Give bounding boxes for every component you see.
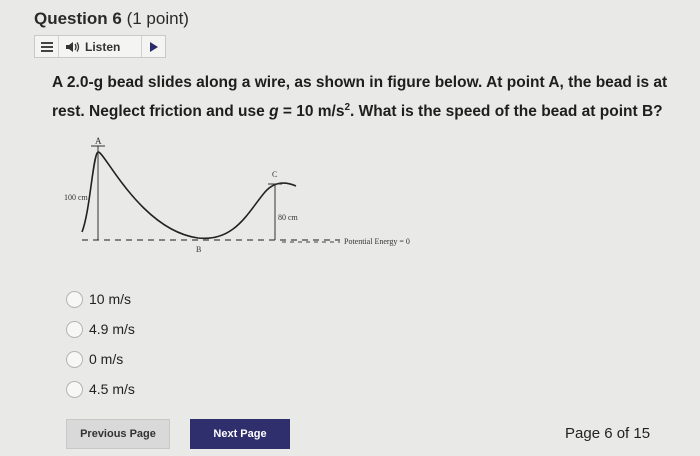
option-label: 0 m/s — [89, 351, 124, 367]
label-b: B — [196, 245, 201, 254]
height-c-label: 80 cm — [278, 213, 299, 222]
page-indicator: Page 6 of 15 — [565, 425, 651, 442]
option-4[interactable]: 4.5 m/s — [66, 374, 135, 404]
menu-icon[interactable] — [35, 36, 59, 57]
answer-options: 10 m/s 4.9 m/s 0 m/s 4.5 m/s — [66, 284, 135, 404]
listen-button[interactable]: Listen — [65, 40, 120, 54]
option-3[interactable]: 0 m/s — [66, 344, 135, 374]
option-label: 4.9 m/s — [89, 321, 135, 337]
option-2[interactable]: 4.9 m/s — [66, 314, 135, 344]
wire-curve — [81, 151, 297, 240]
label-c: C — [272, 170, 277, 179]
question-text-part3: . What is the speed of the bead at point… — [350, 103, 663, 121]
radio-button[interactable] — [66, 380, 83, 398]
listen-label: Listen — [85, 39, 121, 54]
radio-button[interactable] — [66, 290, 83, 308]
option-label: 4.5 m/s — [89, 381, 135, 397]
wire-figure: A B C 100 cm 80 cm Potential Energy = 0 — [64, 136, 410, 254]
label-a: A — [95, 136, 102, 146]
previous-page-button[interactable]: Previous Page — [66, 419, 170, 449]
radio-button[interactable] — [66, 350, 83, 368]
g-symbol: g — [269, 103, 279, 121]
radio-button[interactable] — [66, 320, 83, 338]
question-number: Question 6 — [34, 9, 122, 28]
next-page-button[interactable]: Next Page — [190, 419, 290, 449]
pe-label: Potential Energy = 0 — [344, 237, 410, 246]
option-label: 10 m/s — [89, 291, 132, 307]
question-text: A 2.0-g bead slides along a wire, as sho… — [52, 70, 682, 124]
question-text-part2: = 10 m/s — [278, 103, 345, 121]
play-icon — [149, 41, 158, 52]
question-points: (1 point) — [126, 9, 189, 28]
option-1[interactable]: 10 m/s — [66, 284, 135, 314]
question-title: Question 6 (1 point) — [34, 9, 189, 29]
height-a-label: 100 cm — [64, 193, 89, 202]
listen-toolbar: Listen — [34, 35, 166, 58]
speaker-icon — [66, 41, 80, 52]
play-button[interactable] — [141, 36, 165, 57]
